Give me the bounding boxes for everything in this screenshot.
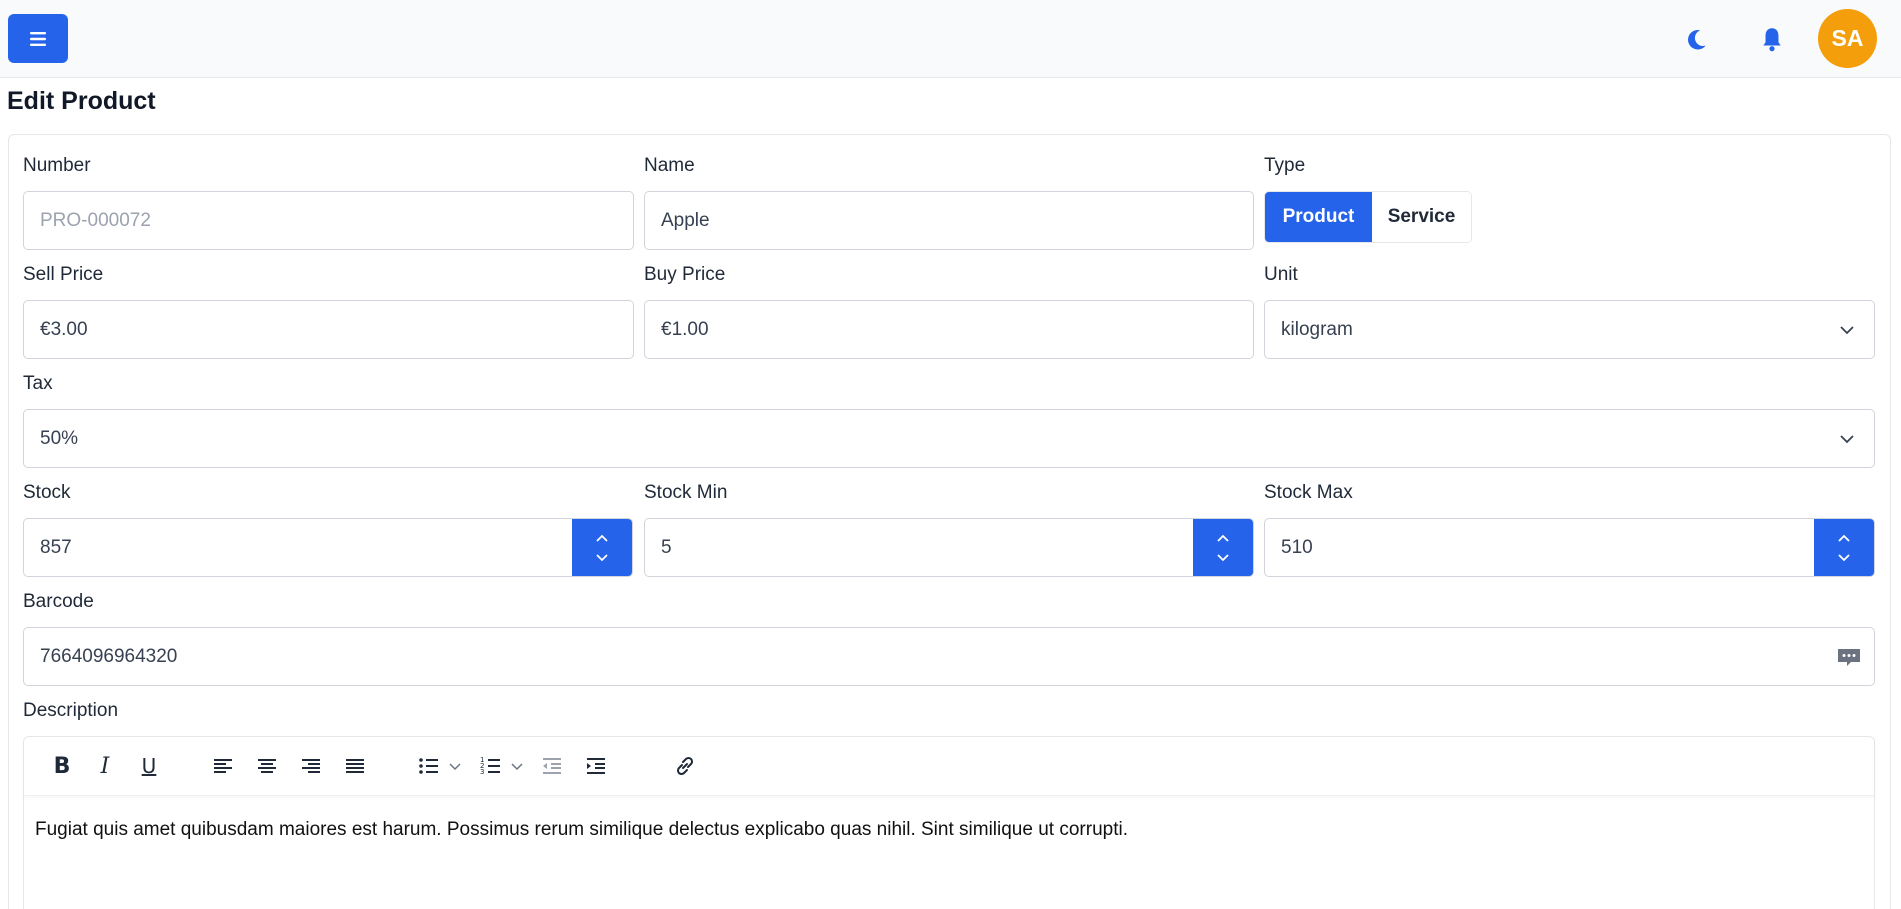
name-label: Name (644, 155, 695, 176)
chevron-down-icon[interactable] (449, 761, 461, 771)
align-center-icon[interactable] (254, 753, 280, 779)
stock-min-stepper[interactable] (1193, 519, 1253, 576)
italic-icon[interactable]: I (92, 753, 118, 779)
stock-max-stepper[interactable] (1814, 519, 1874, 576)
stock-max-value: 510 (1281, 536, 1313, 558)
stock-min-field[interactable]: 5 (644, 518, 1254, 577)
barcode-field[interactable]: 7664096964320 (23, 627, 1875, 686)
type-toggle: Product Service (1264, 191, 1472, 243)
description-editor[interactable]: B I U 123 Fugiat quis amet quibusdam mai… (23, 736, 1875, 909)
type-label: Type (1264, 155, 1306, 176)
svg-text:3: 3 (480, 768, 484, 776)
unit-value: kilogram (1281, 318, 1353, 340)
number-label: Number (23, 155, 91, 176)
align-justify-icon[interactable] (342, 753, 368, 779)
unit-select[interactable]: kilogram (1264, 300, 1875, 359)
link-icon[interactable] (672, 753, 698, 779)
buy-price-field[interactable]: €1.00 (644, 300, 1254, 359)
barcode-label: Barcode (23, 591, 94, 612)
stock-min-value: 5 (661, 536, 672, 558)
tax-value: 50% (40, 427, 79, 449)
moon-icon[interactable] (1684, 26, 1710, 52)
type-service-button[interactable]: Service (1372, 192, 1471, 242)
stock-stepper[interactable] (572, 519, 632, 576)
stock-max-label: Stock Max (1264, 482, 1353, 503)
indent-icon[interactable] (583, 753, 609, 779)
number-field[interactable]: PRO-000072 (23, 191, 634, 250)
buy-price-label: Buy Price (644, 264, 726, 285)
chevron-down-icon (1840, 326, 1854, 335)
stock-field[interactable]: 857 (23, 518, 633, 577)
stock-min-label: Stock Min (644, 482, 728, 503)
description-text[interactable]: Fugiat quis amet quibusdam maiores est h… (35, 819, 1128, 841)
stock-max-field[interactable]: 510 (1264, 518, 1875, 577)
barcode-generate-icon[interactable] (1836, 646, 1862, 668)
name-field[interactable]: Apple (644, 191, 1254, 250)
align-left-icon[interactable] (210, 753, 236, 779)
underline-icon[interactable]: U (136, 753, 162, 779)
user-avatar[interactable]: SA (1818, 9, 1877, 68)
sell-price-label: Sell Price (23, 264, 104, 285)
chevron-down-icon (1840, 435, 1854, 444)
chevron-up-icon[interactable] (594, 532, 610, 544)
tax-label: Tax (23, 373, 53, 394)
chevron-down-icon[interactable] (1215, 552, 1231, 564)
barcode-value: 7664096964320 (40, 645, 178, 667)
editor-toolbar: B I U 123 (24, 737, 1874, 796)
align-right-icon[interactable] (298, 753, 324, 779)
sell-price-field[interactable]: €3.00 (23, 300, 634, 359)
tax-select[interactable]: 50% (23, 409, 1875, 468)
outdent-icon[interactable] (539, 753, 565, 779)
type-product-button[interactable]: Product (1265, 192, 1372, 242)
numbered-list-icon[interactable]: 123 (478, 753, 504, 779)
menu-icon (30, 31, 46, 46)
chevron-down-icon[interactable] (594, 552, 610, 564)
chevron-up-icon[interactable] (1215, 532, 1231, 544)
menu-toggle-button[interactable] (8, 14, 68, 63)
chevron-up-icon[interactable] (1836, 532, 1852, 544)
unit-label: Unit (1264, 264, 1298, 285)
bell-icon[interactable] (1759, 25, 1785, 53)
bullet-list-icon[interactable] (416, 753, 442, 779)
stock-label: Stock (23, 482, 71, 503)
chevron-down-icon[interactable] (511, 761, 523, 771)
chevron-down-icon[interactable] (1836, 552, 1852, 564)
bold-icon[interactable]: B (49, 753, 75, 779)
stock-value: 857 (40, 536, 72, 558)
description-label: Description (23, 700, 119, 721)
page-title: Edit Product (7, 87, 156, 115)
top-navbar: SA (0, 0, 1901, 78)
